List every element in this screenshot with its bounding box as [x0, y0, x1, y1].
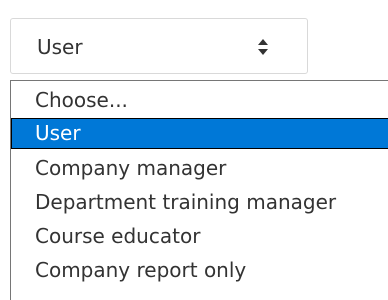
- dropdown-option-user[interactable]: User: [11, 118, 388, 149]
- sort-arrows-icon: [257, 37, 269, 57]
- dropdown-option-course-educator[interactable]: Course educator: [11, 221, 388, 252]
- dropdown-list: Choose... User Company manager Departmen…: [10, 80, 388, 300]
- dropdown-option-department-training-manager[interactable]: Department training manager: [11, 187, 388, 218]
- select-value: User: [37, 35, 83, 59]
- dropdown-option-company-manager[interactable]: Company manager: [11, 153, 388, 184]
- dropdown-option-company-report-only[interactable]: Company report only: [11, 255, 388, 286]
- dropdown-option-choose[interactable]: Choose...: [11, 85, 388, 116]
- role-select[interactable]: User: [10, 18, 308, 74]
